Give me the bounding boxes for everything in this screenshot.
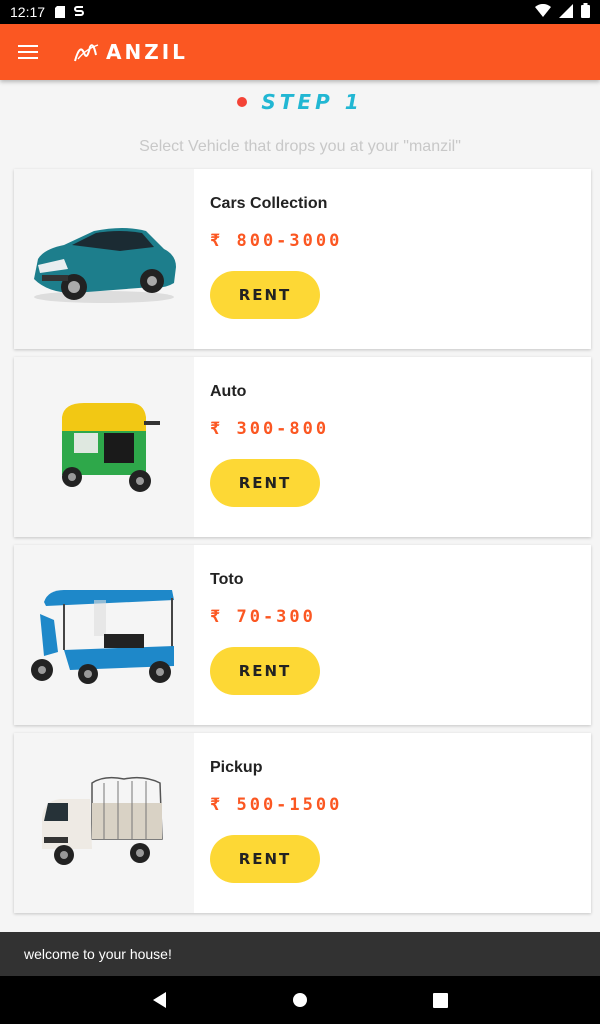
app-logo: ANZIL	[72, 37, 188, 67]
step-dot	[237, 97, 248, 107]
step-indicator: STEP 1	[0, 90, 600, 114]
vehicle-name: Auto	[210, 383, 247, 400]
vehicle-name: Pickup	[210, 759, 263, 776]
auto-rickshaw-image	[14, 357, 194, 537]
wifi-icon	[535, 3, 551, 21]
vehicle-card-auto[interactable]: Auto ₹ 300-800 RENT	[14, 357, 591, 537]
vehicle-price: ₹ 800-3000	[210, 231, 343, 251]
rent-button-pickup[interactable]: RENT	[210, 835, 320, 883]
brand-name: ANZIL	[106, 40, 188, 64]
status-bar: 12:17	[0, 0, 600, 24]
recents-square-icon	[432, 992, 448, 1008]
hamburger-menu-icon	[18, 45, 38, 59]
snackbar: welcome to your house!	[0, 932, 600, 976]
back-button[interactable]	[140, 980, 180, 1020]
status-time: 12:17	[10, 4, 46, 20]
rent-button-toto[interactable]: RENT	[210, 647, 320, 695]
pickup-truck-image	[14, 733, 194, 913]
car-image	[14, 169, 194, 349]
e-rickshaw-image	[14, 545, 194, 725]
back-triangle-icon	[153, 992, 166, 1008]
page-subtitle: Select Vehicle that drops you at your "m…	[139, 138, 461, 155]
home-button[interactable]	[280, 980, 320, 1020]
step-label: STEP 1	[261, 90, 363, 114]
signal-icon	[559, 3, 573, 21]
system-nav-bar	[0, 976, 600, 1024]
sd-card-icon	[55, 6, 66, 18]
vehicle-price: ₹ 70-300	[210, 607, 316, 627]
vehicle-name: Cars Collection	[210, 195, 328, 212]
vehicle-card-pickup[interactable]: Pickup ₹ 500-1500 RENT	[14, 733, 591, 913]
sync-s-icon	[73, 5, 85, 19]
vehicle-price: ₹ 300-800	[210, 419, 330, 439]
vehicle-price: ₹ 500-1500	[210, 795, 343, 815]
battery-icon	[581, 3, 590, 21]
rent-button-auto[interactable]: RENT	[210, 459, 320, 507]
vehicle-card-toto[interactable]: Toto ₹ 70-300 RENT	[14, 545, 591, 725]
manzil-logo-icon	[74, 44, 99, 62]
vehicle-card-cars[interactable]: Cars Collection ₹ 800-3000 RENT	[14, 169, 591, 349]
rent-button-cars[interactable]: RENT	[210, 271, 320, 319]
recents-button[interactable]	[420, 980, 460, 1020]
app-bar: ANZIL	[0, 24, 600, 80]
home-circle-icon	[293, 993, 307, 1007]
vehicle-name: Toto	[210, 571, 244, 588]
menu-button[interactable]	[0, 24, 56, 80]
